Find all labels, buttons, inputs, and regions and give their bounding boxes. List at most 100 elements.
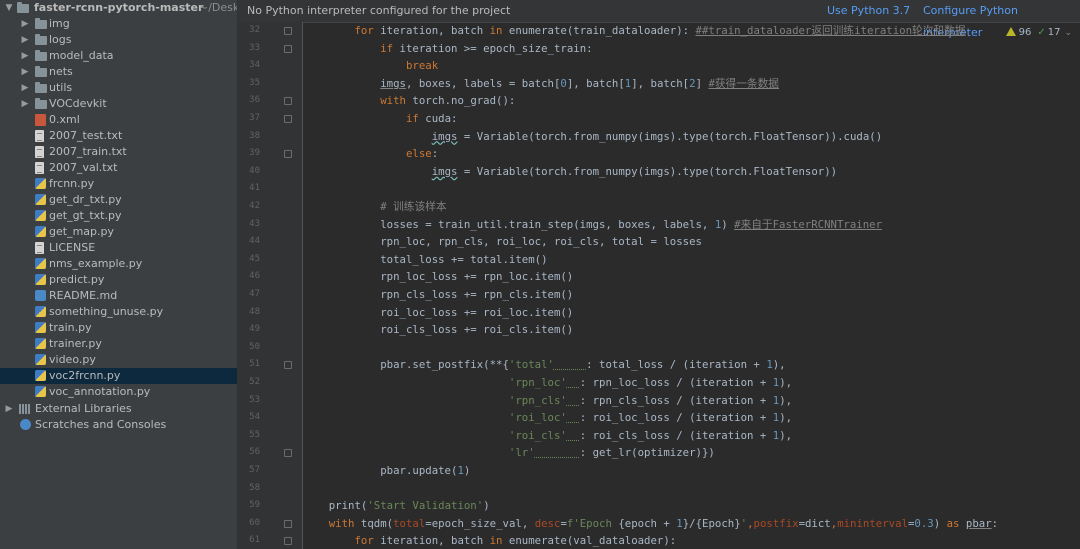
tree-item[interactable]: train.py <box>0 320 237 336</box>
tree-item[interactable]: frcnn.py <box>0 176 237 192</box>
code-line[interactable]: if cuda: <box>303 110 1080 128</box>
code-line[interactable]: 'roi_loc' : roi_loc_loss / (iteration + … <box>303 409 1080 427</box>
tree-item[interactable]: LICENSE <box>0 240 237 256</box>
tree-item[interactable]: video.py <box>0 352 237 368</box>
fold-marker-icon[interactable] <box>284 44 292 53</box>
code-line[interactable]: imgs = Variable(torch.from_numpy(imgs).t… <box>303 128 1080 146</box>
code-token: imgs <box>380 76 406 90</box>
chevron-right-icon[interactable]: ▶ <box>20 32 30 48</box>
python-file-icon <box>35 258 46 269</box>
chevron-right-icon[interactable]: ▶ <box>4 401 14 417</box>
external-libraries[interactable]: ▶ External Libraries <box>0 401 237 417</box>
tree-item[interactable]: nms_example.py <box>0 256 237 272</box>
tree-item[interactable]: something_unuse.py <box>0 304 237 320</box>
ide-window: ▼ faster-rcnn-pytorch-master ~/Desk ▶ img… <box>0 0 1080 549</box>
code-line[interactable]: with torch.no_grad(): <box>303 92 1080 110</box>
code-line[interactable]: with tqdm(total=epoch_size_val, desc=f'E… <box>303 515 1080 533</box>
tree-item[interactable]: README.md <box>0 288 237 304</box>
code-line[interactable] <box>303 339 1080 357</box>
code-token: total <box>393 516 426 530</box>
code-token: 'Start Validation' <box>367 499 484 513</box>
code-line[interactable]: rpn_loc_loss += rpn_loc.item() <box>303 268 1080 286</box>
tree-item[interactable]: voc2frcnn.py <box>0 368 237 384</box>
project-root-path: ~/Desk <box>199 1 238 14</box>
code-line[interactable] <box>303 180 1080 198</box>
tree-item[interactable]: ▶ model_data <box>0 48 237 64</box>
tree-item[interactable]: get_map.py <box>0 224 237 240</box>
chevron-right-icon[interactable]: ▶ <box>20 96 30 112</box>
code-line[interactable] <box>303 480 1080 498</box>
code-line[interactable]: losses = train_util.train_step(imgs, box… <box>303 216 1080 234</box>
code-token: losses = train_util.train_step(imgs, box… <box>303 217 715 231</box>
code-line[interactable]: if iteration >= epoch_size_train: <box>303 40 1080 58</box>
code-line[interactable]: pbar.update(1) <box>303 462 1080 480</box>
code-area[interactable]: for iteration, batch in enumerate(train_… <box>303 22 1080 549</box>
tree-item[interactable]: 0.xml <box>0 112 237 128</box>
tree-item[interactable]: get_dr_txt.py <box>0 192 237 208</box>
tree-item[interactable]: trainer.py <box>0 336 237 352</box>
tree-item[interactable]: 2007_train.txt <box>0 144 237 160</box>
code-token: : get_lr(optimizer)}) <box>579 446 715 460</box>
code-line[interactable]: total_loss += total.item() <box>303 251 1080 269</box>
tree-item[interactable]: ▶ logs <box>0 32 237 48</box>
tree-item[interactable]: predict.py <box>0 272 237 288</box>
tree-item[interactable]: voc_annotation.py <box>0 384 237 400</box>
code-line[interactable]: print('Start Validation') <box>303 497 1080 515</box>
code-token: #来自于FasterRCNNTrainer <box>734 217 883 231</box>
tree-item[interactable]: ▶ img <box>0 16 237 32</box>
code-token: enumerate(train_dataloader): <box>502 24 696 37</box>
tree-item[interactable]: get_gt_txt.py <box>0 208 237 224</box>
tree-item[interactable]: 2007_val.txt <box>0 160 237 176</box>
code-token: = Variable(torch.from_numpy(imgs).type(t… <box>457 164 838 178</box>
code-line[interactable]: rpn_cls_loss += rpn_cls.item() <box>303 286 1080 304</box>
code-editor[interactable]: No Python interpreter configured for the… <box>238 0 1080 549</box>
tree-item[interactable]: ▶ utils <box>0 80 237 96</box>
code-line[interactable]: rpn_loc, rpn_cls, roi_loc, roi_cls, tota… <box>303 233 1080 251</box>
code-line[interactable]: pbar.set_postfix(**{'total' : total_loss… <box>303 356 1080 374</box>
fold-marker-icon[interactable] <box>284 115 292 123</box>
code-line[interactable]: 'roi_cls' : roi_cls_loss / (iteration + … <box>303 427 1080 445</box>
code-token: ), <box>779 376 793 389</box>
tree-item[interactable]: 2007_test.txt <box>0 128 237 144</box>
code-line[interactable]: else: <box>303 145 1080 163</box>
fold-marker-icon[interactable] <box>284 361 292 370</box>
code-line[interactable]: # 训练该样本 <box>303 198 1080 216</box>
code-line[interactable]: 'rpn_cls' : rpn_cls_loss / (iteration + … <box>303 392 1080 410</box>
chevron-right-icon[interactable]: ▶ <box>20 48 30 64</box>
code-line[interactable]: roi_cls_loss += roi_cls.item() <box>303 321 1080 339</box>
code-token: desc <box>534 516 561 530</box>
tree-item-label: something_unuse.py <box>49 305 164 318</box>
code-line[interactable]: roi_loc_loss += roi_loc.item() <box>303 304 1080 322</box>
chevron-right-icon[interactable]: ▶ <box>20 16 30 32</box>
code-line[interactable]: imgs = Variable(torch.from_numpy(imgs).t… <box>303 163 1080 181</box>
use-python-link[interactable]: Use Python 3.7 <box>827 0 910 22</box>
inspection-widget[interactable]: 96 ✓ 17 ⌄ <box>1005 26 1072 40</box>
fold-marker-icon[interactable] <box>284 97 292 106</box>
code-line[interactable]: 'rpn_loc' : rpn_loc_loss / (iteration + … <box>303 374 1080 392</box>
chevron-down-icon[interactable]: ⌄ <box>1064 26 1072 40</box>
chevron-right-icon[interactable]: ▶ <box>20 80 30 96</box>
fold-marker-icon[interactable] <box>284 537 292 546</box>
chevron-down-icon[interactable]: ▼ <box>4 0 14 16</box>
scratches-and-consoles[interactable]: Scratches and Consoles <box>0 417 237 433</box>
fold-marker-icon[interactable] <box>284 449 292 458</box>
code-line[interactable]: for iteration, batch in enumerate(train_… <box>303 22 1080 40</box>
code-line[interactable]: imgs, boxes, labels = batch[0], batch[1]… <box>303 75 1080 93</box>
fold-marker-icon[interactable] <box>284 27 292 35</box>
code-line[interactable]: break <box>303 57 1080 75</box>
tree-item[interactable]: ▶ nets <box>0 64 237 80</box>
chevron-right-icon[interactable]: ▶ <box>20 64 30 80</box>
tree-item[interactable]: ▶ VOCdevkit <box>0 96 237 112</box>
code-token: print( <box>303 499 368 513</box>
code-line[interactable]: 'lr' : get_lr(optimizer)}) <box>303 444 1080 462</box>
line-number: 36 <box>249 95 260 106</box>
code-line[interactable]: for iteration, batch in enumerate(val_da… <box>303 532 1080 549</box>
fold-marker-icon[interactable] <box>284 150 292 159</box>
fold-marker-icon[interactable] <box>284 519 292 528</box>
project-root[interactable]: ▼ faster-rcnn-pytorch-master ~/Desk <box>0 0 237 16</box>
line-number-gutter[interactable]: 32 33 34 35 36 37 38 39 40 41 42 43 44 45 46 47 48 49 50 51… <box>238 22 303 549</box>
tree-item-label: get_map.py <box>49 225 114 238</box>
